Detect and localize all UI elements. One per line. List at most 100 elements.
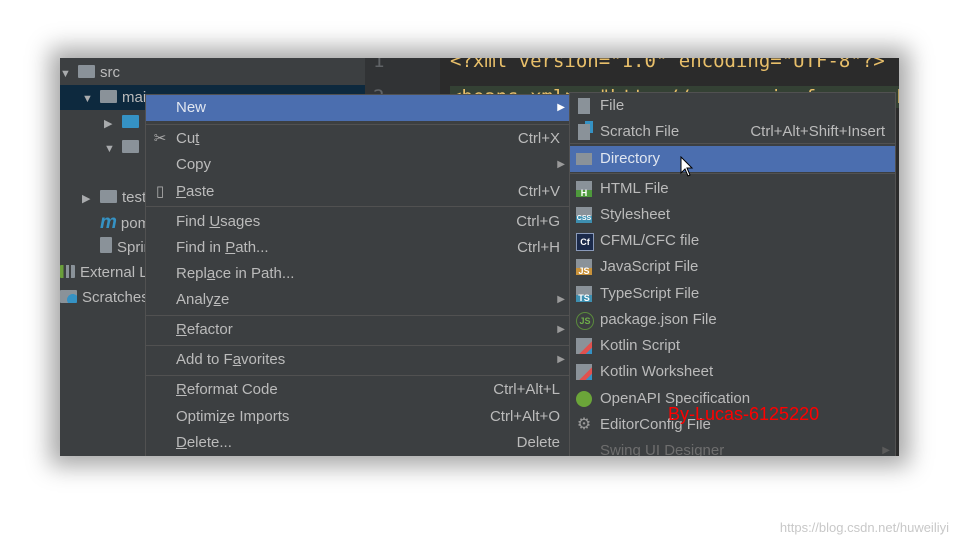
menu-item-replace-in-path[interactable]: Replace in Path...Repla xyxy=(146,261,570,287)
menu-item-label: Find in Path... xyxy=(176,239,269,256)
openapi-icon xyxy=(576,391,592,407)
menu-item-optimize-imports[interactable]: Optimize ImportsOptimizCtrl+Alt+O xyxy=(146,404,570,430)
submenu-item-html-file[interactable]: H HTML File xyxy=(570,176,895,202)
menu-item-label: Paste xyxy=(176,183,215,200)
menu-item-label: Delete... xyxy=(176,434,232,451)
shortcut: Ctrl+Alt+L xyxy=(493,381,560,398)
kotlin-icon xyxy=(576,364,592,380)
tree-item[interactable]: ▼ xyxy=(60,135,144,160)
expand-arrow-icon[interactable]: ▶ xyxy=(104,112,122,137)
submenu-item-javascript-file[interactable]: JS JavaScript File xyxy=(570,254,895,280)
menu-item-cut[interactable]: ✂CutCutCtrl+X xyxy=(146,126,570,152)
submenu-item-label: Swing UI Designer xyxy=(600,442,725,456)
menu-separator xyxy=(146,124,570,125)
file-icon xyxy=(100,237,112,253)
submenu-item-stylesheet[interactable]: CSS Stylesheet xyxy=(570,202,895,228)
menu-item-label: Analyze xyxy=(176,291,230,308)
line-number: 1 xyxy=(373,58,385,72)
menu-item-label: New xyxy=(176,99,207,116)
code-line-1: <?xml version="1.0" encoding="UTF-8"?> xyxy=(450,58,885,72)
js-file-icon: JS xyxy=(576,259,592,276)
submenu-arrow-icon: ▶ xyxy=(557,294,565,305)
expand-arrow-icon[interactable]: ▶ xyxy=(82,187,100,212)
menu-item-label: Reformat Code xyxy=(176,381,278,398)
folder-icon xyxy=(576,153,592,165)
folder-icon xyxy=(100,90,117,103)
source-folder-icon xyxy=(122,115,139,128)
resources-folder-icon xyxy=(122,140,139,153)
expand-arrow-icon[interactable]: ▼ xyxy=(60,62,78,87)
scratch-file-icon xyxy=(578,124,590,140)
expand-arrow-icon[interactable]: ▼ xyxy=(104,137,122,162)
clipboard-icon: ▯ xyxy=(155,183,165,200)
menu-item-label: Optimize Imports xyxy=(176,408,290,425)
submenu-item-label: Kotlin Worksheet xyxy=(600,363,714,380)
tree-item-label: src xyxy=(100,64,120,81)
html-file-icon: H xyxy=(576,181,592,198)
menu-item-reformat-code[interactable]: Reformat CodeRCtrl+Alt+L xyxy=(146,377,570,403)
submenu-arrow-icon: ▶ xyxy=(557,159,565,170)
menu-separator xyxy=(146,315,570,316)
submenu-item-label: Kotlin Script xyxy=(600,337,681,354)
menu-item-delete[interactable]: Delete...DDelete xyxy=(146,430,570,456)
menu-item-new[interactable]: New ▶ xyxy=(146,95,570,121)
menu-item-label: Cut xyxy=(176,130,200,147)
submenu-item-cfml-cfc-file[interactable]: Cf CFML/CFC file xyxy=(570,228,895,254)
menu-item-paste[interactable]: ▯PastePCtrl+V xyxy=(146,179,570,205)
tree-item-label: test xyxy=(122,189,147,206)
menu-item-label: Refactor xyxy=(176,321,233,338)
tree-item[interactable]: ▶ test xyxy=(60,185,146,210)
library-icon xyxy=(60,265,75,278)
submenu-item-label: TypeScript File xyxy=(600,285,700,302)
submenu-item-kotlin-worksheet[interactable]: Kotlin Worksheet xyxy=(570,359,895,385)
css-file-icon: CSS xyxy=(576,207,592,223)
submenu-item-package-json-file[interactable]: JS package.json File xyxy=(570,307,895,333)
shortcut: Ctrl+X xyxy=(517,130,560,147)
menu-item-find-usages[interactable]: Find UsagesFind UCtrl+G xyxy=(146,209,570,235)
menu-item-label: Add to Favorites xyxy=(176,351,286,368)
submenu-item-swing-ui-designer: Swing UI Designer ▶ xyxy=(570,438,895,456)
folder-icon xyxy=(78,65,95,78)
expand-arrow-icon[interactable]: ▼ xyxy=(82,87,100,112)
menu-item-label: Copy xyxy=(176,156,212,173)
submenu-item-label: Scratch File xyxy=(600,123,680,140)
submenu-item-label: JavaScript File xyxy=(600,258,699,275)
submenu-arrow-icon: ▶ xyxy=(557,324,565,335)
menu-item-add-to-favorites[interactable]: Add to FavoritesAdd to Fa▶ xyxy=(146,347,570,373)
shortcut: Ctrl+G xyxy=(516,213,560,230)
submenu-item-directory[interactable]: Directory xyxy=(570,146,895,172)
submenu-item-scratch-file[interactable]: Scratch File Ctrl+Alt+Shift+Insert xyxy=(570,119,895,145)
overlay-signature: By-Lucas-6125220 xyxy=(668,404,820,424)
context-menu: New▶✂CutCutCtrl+XCopy▶▯PastePCtrl+VFind … xyxy=(145,94,571,456)
tree-item[interactable]: ▶ xyxy=(60,110,144,135)
menu-separator xyxy=(570,173,895,174)
ts-file-icon: TS xyxy=(576,286,592,303)
tree-item[interactable]: ▼ src xyxy=(60,60,120,85)
scratch-icon xyxy=(60,290,77,303)
submenu-item-label: HTML File xyxy=(600,180,669,197)
submenu-item-label: CFML/CFC file xyxy=(600,232,700,249)
shortcut: Delete xyxy=(516,434,560,451)
shortcut: Ctrl+Alt+Shift+Insert xyxy=(750,123,885,140)
maven-icon: m xyxy=(100,212,117,233)
submenu-item-typescript-file[interactable]: TS TypeScript File xyxy=(570,281,895,307)
submenu-item-file[interactable]: File xyxy=(570,93,895,119)
submenu-item-label: package.json File xyxy=(600,311,717,328)
menu-item-analyze[interactable]: AnalyzeAnalyz▶ xyxy=(146,287,570,313)
menu-item-refactor[interactable]: RefactorR▶ xyxy=(146,317,570,343)
file-icon xyxy=(578,98,590,114)
submenu-item-label: Directory xyxy=(600,150,661,167)
menu-item-label: Replace in Path... xyxy=(176,265,295,282)
submenu-item-label: File xyxy=(600,97,625,114)
gear-icon: ⚙ xyxy=(576,416,592,433)
ide-screenshot: ▼src▼main▶▼▶testmpom.xmlSpringExternal L… xyxy=(60,58,899,456)
submenu-arrow-icon: ▶ xyxy=(882,445,890,456)
menu-item-copy[interactable]: Copy ▶ xyxy=(146,152,570,178)
folder-icon xyxy=(100,190,117,203)
watermark: https://blog.csdn.net/huweiliyi xyxy=(779,520,949,535)
menu-item-find-in-path[interactable]: Find in Path...Find in PCtrl+H xyxy=(146,235,570,261)
submenu-item-kotlin-script[interactable]: Kotlin Script xyxy=(570,333,895,359)
menu-item-label: Find Usages xyxy=(176,213,261,230)
menu-separator xyxy=(146,345,570,346)
shortcut: Ctrl+H xyxy=(517,239,560,256)
